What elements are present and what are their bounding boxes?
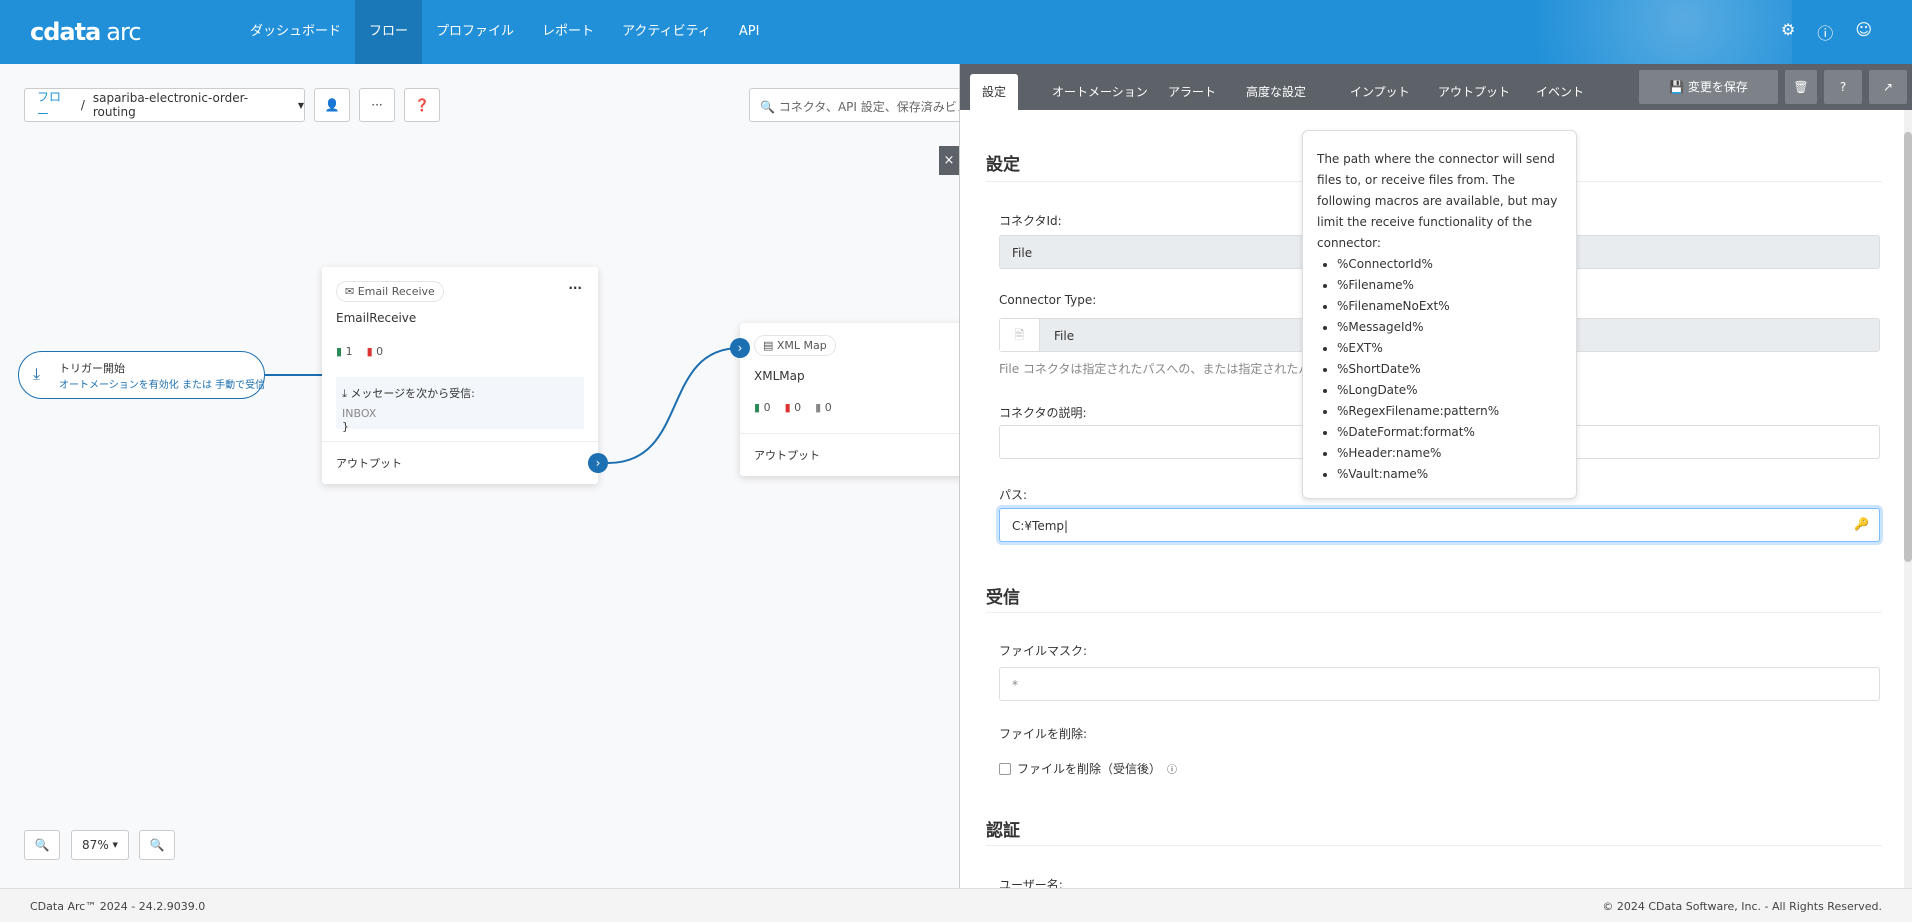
receive-folder: INBOX — [342, 407, 377, 420]
macro-item: %Header:name% — [1337, 443, 1562, 464]
tab-input[interactable]: インプット — [1338, 74, 1422, 110]
tooltip-intro: The path where the connector will send f… — [1317, 152, 1558, 250]
file-mask-input[interactable]: * — [999, 667, 1880, 701]
output-port[interactable]: › — [588, 453, 608, 473]
version-text: CData Arc™ 2024 - 24.2.9039.0 — [30, 900, 206, 913]
connector-type-chip: ✉ Email Receive — [336, 281, 444, 302]
copyright-text: © 2024 CData Software, Inc. - All Rights… — [1602, 900, 1882, 913]
delete-file-checkbox[interactable] — [999, 762, 1011, 775]
path-label: パス: — [999, 488, 1028, 502]
tab-alerts[interactable]: アラート — [1156, 74, 1228, 110]
connector-type-chip: ▤ XML Map — [754, 335, 836, 356]
macro-item: %ShortDate% — [1337, 359, 1562, 380]
output-label: アウトプット — [336, 457, 402, 470]
success-count: 1 — [345, 345, 353, 358]
receive-info: ⤓ メッセージを次から受信: INBOX } — [336, 377, 584, 433]
tab-output[interactable]: アウトプット — [1426, 74, 1522, 110]
zoom-in-icon: 🔍 — [149, 838, 165, 852]
zoom-level-dropdown[interactable]: 87% ▼ — [71, 830, 129, 860]
macro-item: %MessageId% — [1337, 317, 1562, 338]
help-button[interactable]: ? — [1824, 70, 1862, 104]
question-icon: ? — [1839, 80, 1847, 94]
zoom-out-button[interactable]: 🔍 — [24, 830, 60, 860]
node-name: EmailReceive — [336, 311, 417, 325]
file-icon: 🗎 — [1000, 319, 1040, 351]
success-file-icon: ▮ — [336, 345, 343, 358]
gear-icon[interactable]: ⚙ — [1781, 20, 1795, 44]
pending-count: 0 — [824, 401, 832, 414]
connector-type-label: Connector Type: — [999, 293, 1097, 307]
path-tooltip: The path where the connector will send f… — [1302, 130, 1577, 499]
macro-item: %ConnectorId% — [1337, 254, 1562, 275]
popout-button[interactable]: ↗ — [1869, 70, 1907, 104]
macro-item: %Filename% — [1337, 275, 1562, 296]
connector-type-help: File コネクタは指定されたパスへの、または指定されたパスから — [999, 362, 1347, 376]
zoom-in-button[interactable]: 🔍 — [139, 830, 175, 860]
external-link-icon: ↗ — [1882, 80, 1894, 94]
save-changes-button[interactable]: 💾 変更を保存 — [1639, 70, 1778, 104]
trigger-title: トリガー開始 — [59, 362, 125, 375]
macro-item: %Vault:name% — [1337, 464, 1562, 485]
save-icon: 💾 — [1669, 80, 1685, 94]
xmlmap-node[interactable]: › ▤ XML Map XMLMap ▮ 0 ▮ 0 ▮ 0 アウトプット — [730, 323, 970, 476]
macro-list: %ConnectorId%%Filename%%FilenameNoExt%%M… — [1317, 254, 1562, 485]
inbox-icon: ⤓ — [342, 387, 347, 400]
error-file-icon: ▮ — [366, 345, 373, 358]
key-icon[interactable]: 🔑 — [1854, 517, 1869, 531]
panel-tabs: 設定 オートメーション アラート 高度な設定 インプット アウトプット イベント… — [960, 64, 1912, 110]
help-icon[interactable]: ⓘ — [1817, 20, 1833, 44]
footer: CData Arc™ 2024 - 24.2.9039.0 © 2024 CDa… — [0, 888, 1912, 922]
output-label: アウトプット — [754, 449, 820, 462]
tab-advanced[interactable]: 高度な設定 — [1234, 74, 1318, 110]
section-settings-heading: 設定 — [986, 155, 1020, 175]
delete-file-label: ファイルを削除: — [999, 727, 1088, 741]
section-receive-heading: 受信 — [986, 588, 1020, 608]
delete-file-checkbox-label[interactable]: ファイルを削除（受信後） — [1017, 760, 1161, 777]
delete-button[interactable]: 🗑 — [1785, 70, 1817, 104]
input-port[interactable]: › — [730, 338, 750, 358]
section-auth-heading: 認証 — [986, 821, 1020, 841]
tab-settings[interactable]: 設定 — [970, 74, 1019, 110]
email-receive-node[interactable]: ✉ Email Receive ··· EmailReceive ▮ 1 ▮ 0… — [322, 267, 608, 484]
file-mask-label: ファイルマスク: — [999, 644, 1088, 658]
description-label: コネクタの説明: — [999, 406, 1087, 420]
macro-item: %LongDate% — [1337, 380, 1562, 401]
zoom-out-icon: 🔍 — [34, 838, 50, 852]
tab-events[interactable]: イベント — [1524, 74, 1596, 110]
tab-automation[interactable]: オートメーション — [1040, 74, 1160, 110]
caret-down-icon: ▼ — [112, 841, 118, 849]
ellipsis-icon[interactable]: ··· — [568, 281, 582, 295]
macro-item: %FilenameNoExt% — [1337, 296, 1562, 317]
success-count: 0 — [763, 401, 771, 414]
macro-item: %EXT% — [1337, 338, 1562, 359]
path-input[interactable]: C:¥Temp| 🔑 — [999, 508, 1880, 542]
user-icon[interactable]: ☺ — [1855, 20, 1872, 44]
trash-icon: 🗑 — [1793, 80, 1809, 94]
connector-id-label: コネクタId: — [999, 214, 1062, 228]
macro-item: %RegexFilename:pattern% — [1337, 401, 1562, 422]
info-icon[interactable]: ⓘ — [1167, 761, 1177, 776]
error-count: 0 — [794, 401, 802, 414]
scrollbar[interactable] — [1904, 110, 1912, 888]
error-count: 0 — [376, 345, 384, 358]
trigger-subtitle[interactable]: オートメーションを有効化 または 手動で受信 — [59, 376, 265, 391]
download-icon: ⤓ — [33, 364, 41, 383]
macro-item: %DateFormat:format% — [1337, 422, 1562, 443]
trigger-node[interactable]: ⤓ トリガー開始 オートメーションを有効化 または 手動で受信 — [18, 351, 265, 399]
node-name: XMLMap — [754, 369, 805, 383]
connection-email-xmlmap — [607, 347, 741, 464]
